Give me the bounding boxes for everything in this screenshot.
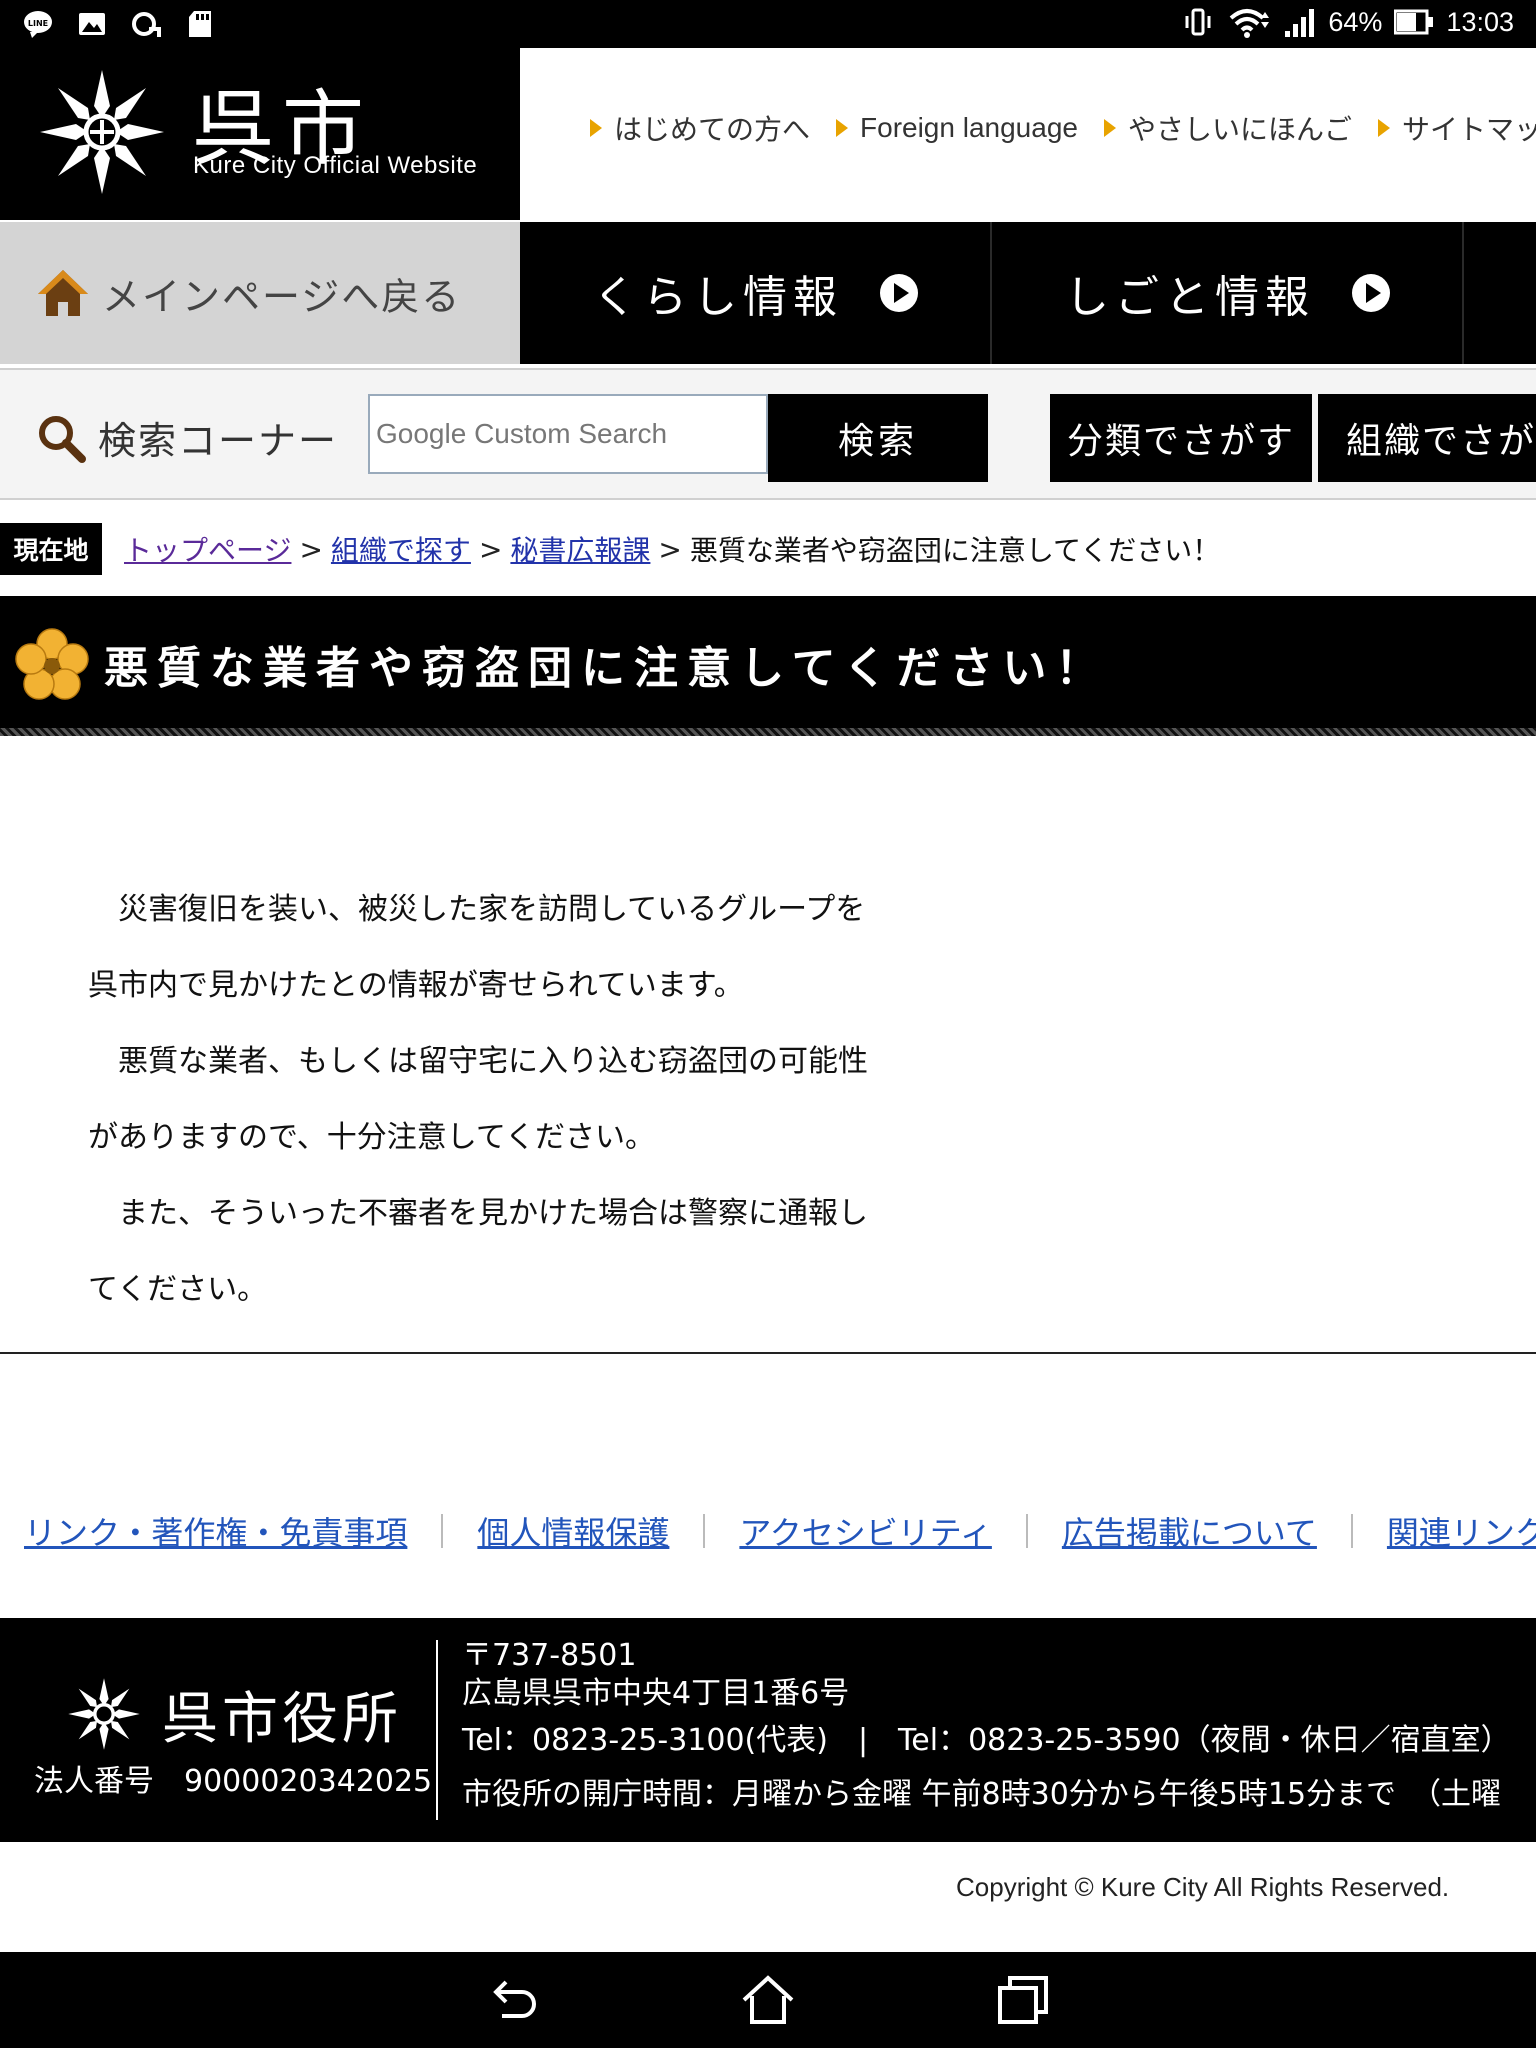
footer-link-separator — [1025, 1514, 1028, 1548]
footer-contact-info: 〒737-8501 広島県呉市中央4丁目1番6号 Tel：0823-25-310… — [462, 1638, 1511, 1822]
nav-item-label: しごと情報 — [1065, 272, 1315, 323]
triangle-bullet-icon — [590, 119, 602, 137]
vibrate-icon — [1182, 6, 1214, 38]
footer-link-separator — [703, 1514, 706, 1548]
nav-home-button[interactable]: メインページへ戻る — [0, 222, 520, 364]
footer-link-separator — [1350, 1514, 1353, 1548]
status-left-icons: LINE — [22, 8, 216, 40]
search-icon — [39, 415, 86, 463]
breadcrumb-link-organization[interactable]: 組織で探す — [331, 529, 471, 569]
article-line: また、そういった不審者を見かけた場合は警察に通報し — [88, 1196, 868, 1231]
footer-tel: Tel：0823-25-3100(代表) | Tel：0823-25-3590（… — [462, 1723, 1511, 1758]
footer-link-related[interactable]: 関連リンク — [1387, 1508, 1536, 1554]
browse-by-category-button[interactable]: 分類でさがす — [1050, 394, 1312, 482]
breadcrumb-separator: > — [299, 532, 323, 566]
play-circle-icon — [1352, 274, 1390, 312]
footer-divider — [436, 1640, 438, 1820]
article-line: 呉市内で見かけたとの情報が寄せられています。 — [88, 968, 744, 1003]
signal-icon — [1284, 6, 1316, 38]
sync-icon — [130, 8, 162, 40]
top-link-label: Foreign language — [860, 112, 1078, 143]
sd-card-icon — [184, 8, 216, 40]
search-label-text: 検索コーナー — [98, 419, 339, 463]
search-bar: 検索コーナー 検索 分類でさがす 組織でさがす — [0, 368, 1536, 500]
home-icon — [38, 270, 88, 316]
link-sitemap[interactable]: サイトマップ — [1377, 108, 1536, 148]
search-input[interactable] — [368, 394, 768, 474]
site-logo[interactable]: 呉市 Kure City Official Website — [0, 48, 520, 220]
link-easy-japanese[interactable]: やさしいにほんご — [1103, 108, 1352, 148]
search-corner-label: 検索コーナー — [36, 410, 338, 465]
footer-office-name: 呉市役所 — [162, 1687, 402, 1752]
link-first-visit[interactable]: はじめての方へ — [590, 108, 810, 148]
page-title: 悪質な業者や窃盗団に注意してください！ — [104, 643, 1109, 694]
wifi-icon — [1226, 6, 1272, 38]
footer-link-advertising[interactable]: 広告掲載について — [1062, 1508, 1317, 1554]
footer-links: リンク・著作権・免責事項 個人情報保護 アクセシビリティ 広告掲載について 関連… — [24, 1508, 1536, 1554]
article-body: 災害復旧を装い、被災した家を訪問しているグループを 呉市内で見かけたとの情報が寄… — [88, 872, 928, 1328]
line-icon: LINE — [22, 8, 54, 40]
breadcrumb-link-pr-section[interactable]: 秘書広報課 — [510, 529, 650, 569]
site-footer: 呉市役所 法人番号 9000020342025 〒737-8501 広島県呉市中… — [0, 1618, 1536, 1842]
nav-item-shigoto[interactable]: しごと情報 — [994, 222, 1464, 364]
footer-link-privacy[interactable]: 個人情報保護 — [477, 1508, 669, 1554]
breadcrumb-current: 悪質な業者や窃盗団に注意してください！ — [689, 534, 1221, 567]
footer-address: 広島県呉市中央4丁目1番6号 — [462, 1676, 850, 1711]
svg-text:LINE: LINE — [28, 19, 48, 28]
clock: 13:03 — [1446, 6, 1514, 37]
battery-percent: 64% — [1328, 6, 1383, 37]
top-link-label: はじめての方へ — [614, 113, 811, 146]
link-foreign-language[interactable]: Foreign language — [836, 108, 1078, 148]
top-link-label: やさしいにほんご — [1127, 113, 1352, 146]
breadcrumb-separator: > — [658, 532, 682, 566]
home-nav-icon[interactable] — [740, 1972, 796, 2028]
triangle-bullet-icon — [1377, 119, 1390, 137]
breadcrumb: 現在地 トップページ > 組織で探す > 秘書広報課 > 悪質な業者や窃盗団に注… — [0, 523, 1536, 575]
breadcrumb-link-top[interactable]: トップページ — [124, 529, 291, 569]
breadcrumb-badge: 現在地 — [0, 523, 102, 575]
system-nav-bar — [0, 1952, 1536, 2048]
status-right: 64% 13:03 — [1182, 6, 1514, 38]
triangle-bullet-icon — [836, 119, 849, 137]
logo-subtitle: Kure City Official Website — [193, 152, 478, 179]
footer-corp-number: 法人番号 9000020342025 — [34, 1764, 433, 1799]
article-line: がありますので、十分注意してください。 — [88, 1120, 655, 1155]
search-button[interactable]: 検索 — [768, 394, 988, 482]
article-line: てください。 — [88, 1272, 268, 1307]
kure-emblem-icon — [68, 1678, 140, 1750]
nav-item-label: くらし情報 — [593, 272, 843, 323]
copyright: Copyright © Kure City All Rights Reserve… — [956, 1872, 1450, 1902]
kure-emblem-icon — [40, 70, 164, 194]
page-title-band: 悪質な業者や窃盗団に注意してください！ — [0, 596, 1536, 736]
status-bar: LINE 64% 13:03 — [0, 0, 1536, 48]
triangle-bullet-icon — [1103, 119, 1116, 137]
battery-icon — [1394, 6, 1434, 38]
recents-icon[interactable] — [996, 1972, 1052, 2028]
browse-by-organization-button[interactable]: 組織でさがす — [1318, 394, 1536, 482]
title-stripe — [0, 728, 1536, 736]
site-header: 呉市 Kure City Official Website はじめての方へ Fo… — [0, 48, 1536, 220]
footer-link-accessibility[interactable]: アクセシビリティ — [739, 1508, 991, 1554]
top-link-label: サイトマップ — [1401, 113, 1536, 146]
footer-postal: 〒737-8501 — [462, 1638, 637, 1673]
nav-item-kurashi[interactable]: くらし情報 — [522, 222, 992, 364]
footer-link-copyright[interactable]: リンク・著作権・免責事項 — [24, 1508, 407, 1554]
breadcrumb-separator: > — [478, 532, 503, 566]
main-nav: メインページへ戻る くらし情報 しごと情報 — [0, 222, 1536, 364]
article-line: 災害復旧を装い、被災した家を訪問しているグループを — [88, 892, 866, 927]
gallery-icon — [76, 8, 108, 40]
play-circle-icon — [880, 274, 918, 312]
flower-icon — [15, 628, 89, 700]
nav-home-label: メインページへ戻る — [102, 274, 462, 319]
footer-hours: 市役所の開庁時間：月曜から金曜 午前8時30分から午後5時15分まで （土曜 — [462, 1777, 1502, 1812]
content-divider — [0, 1352, 1536, 1354]
article-line: 悪質な業者、もしくは留守宅に入り込む窃盗団の可能性 — [88, 1044, 868, 1079]
back-icon[interactable] — [484, 1972, 540, 2028]
footer-link-separator — [441, 1514, 444, 1548]
utility-links: はじめての方へ Foreign language やさしいにほんご サイトマップ — [590, 108, 1536, 148]
